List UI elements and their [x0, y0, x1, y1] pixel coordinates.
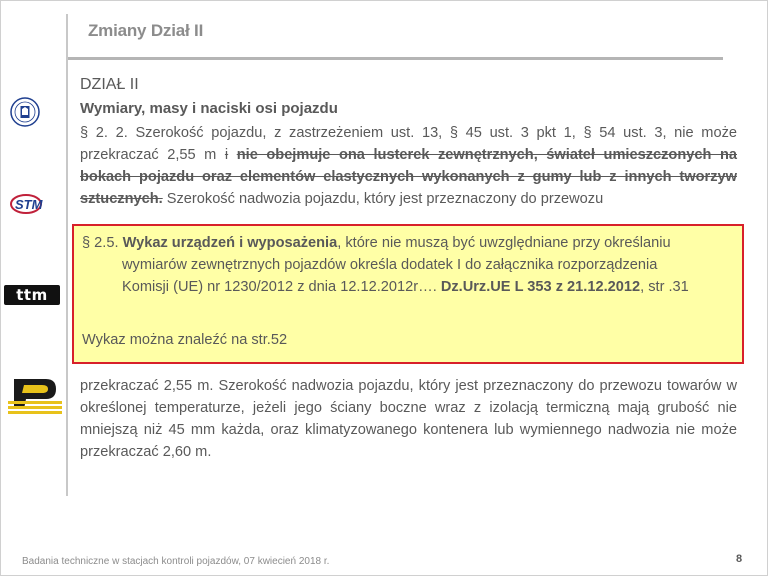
ttm-logo-text: ttm: [16, 286, 48, 304]
slide-title: Zmiany Dział II: [88, 21, 204, 40]
callout-paragraph-number: § 2.5.: [82, 235, 123, 251]
page-number: 8: [736, 553, 743, 565]
paragraph-2: przekraczać 2,55 m. Szerokość nadwozia p…: [80, 378, 737, 460]
title-underline: [68, 57, 723, 60]
callout-line-2: wymiarów zewnętrznych pojazdów określa d…: [122, 257, 658, 273]
callout-line-1-rest: , które nie muszą być uwzględniane przy …: [337, 235, 671, 251]
paragraph-1-end: Szerokość nadwozia pojazdu, który jest p…: [162, 191, 604, 207]
callout-line-3: Komisji (UE) nr 1230/2012 z dnia 12.12.2…: [82, 276, 732, 298]
pimrips-logo: [8, 379, 62, 414]
callout-journal-ref: Dz.Urz.UE L 353 z 21.12.2012: [440, 279, 641, 295]
paragraph-1-space: [228, 147, 237, 163]
callout-page-ref: , str .31: [640, 279, 689, 295]
slide-footer: Badania techniczne w stacjach kontroli p…: [22, 556, 330, 567]
stm-logo: STM: [10, 194, 43, 214]
slide-body: DZIAŁ II Wymiary, masy i naciski osi poj…: [80, 74, 737, 210]
callout-line-1: § 2.5. Wykaz urządzeń i wyposażenia, któ…: [82, 232, 732, 254]
ttm-logo: ttm: [4, 285, 60, 305]
callout-text: § 2.5. Wykaz urządzeń i wyposażenia, któ…: [82, 232, 732, 298]
section-heading: DZIAŁ II: [80, 76, 139, 93]
left-vertical-rule: [66, 14, 68, 496]
university-seal-logo: [10, 97, 40, 127]
callout-bold-term: Wykaz urządzeń i wyposażenia: [122, 235, 338, 251]
svg-text:STM: STM: [15, 197, 43, 212]
callout-regulation-ref: Komisji (UE) nr 1230/2012 z dnia 12.12.2…: [122, 279, 441, 295]
callout-note: Wykaz można znaleźć na str.52: [82, 332, 288, 348]
paragraph-1: § 2. 2. Szerokość pojazdu, z zastrzeżeni…: [80, 122, 737, 210]
callout-box: § 2.5. Wykaz urządzeń i wyposażenia, któ…: [72, 224, 744, 364]
section-subheading: Wymiary, masy i naciski osi pojazdu: [80, 100, 338, 117]
